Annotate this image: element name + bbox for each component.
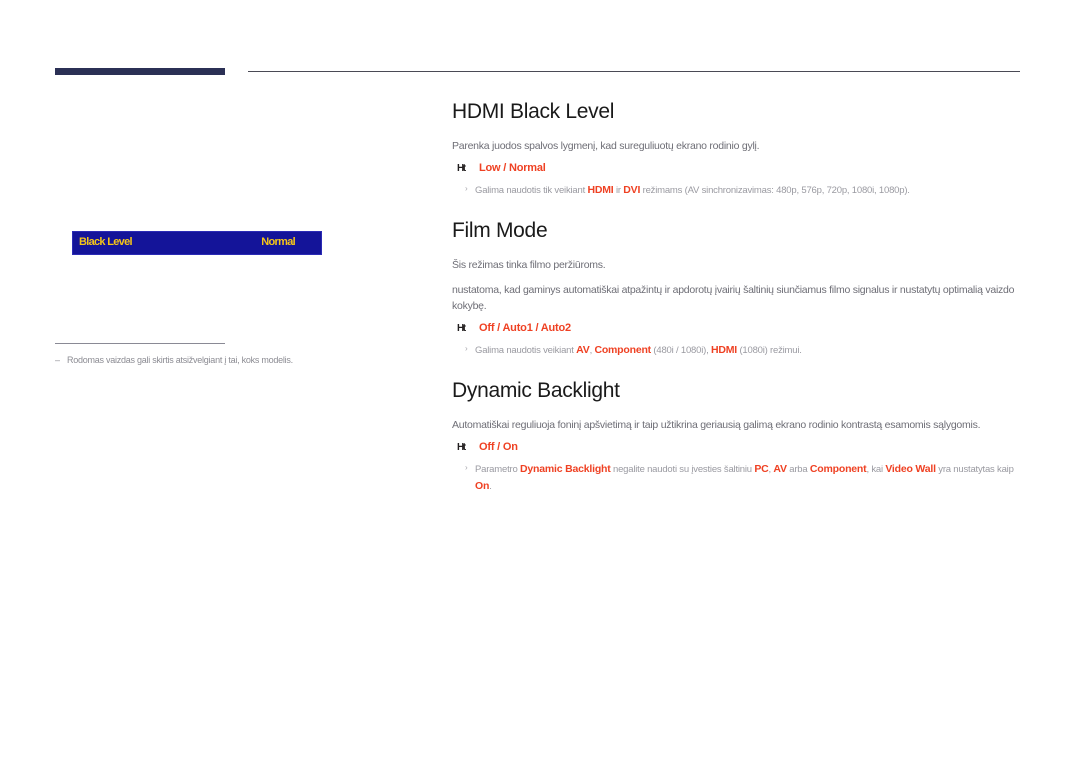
note-part-highlight: AV bbox=[576, 343, 590, 356]
section-title-film-mode: Film Mode bbox=[452, 219, 548, 243]
section-film-mode: Film Mode Šis režimas tinka filmo peržiū… bbox=[452, 219, 1024, 358]
note-text-hdmi: Galima naudotis tik veikiant HDMI ir DVI… bbox=[475, 182, 910, 199]
section-hdmi-black-level: HDMI Black Level Parenka juodos spalvos … bbox=[452, 90, 1024, 199]
note-part: režimams (AV sinchronizavimas: 480p, 576… bbox=[640, 185, 910, 197]
option-row-dynamic-backlight[interactable]: Ht Off / On bbox=[452, 441, 1024, 453]
note-part-highlight: On bbox=[475, 479, 490, 492]
osd-menu-value: Normal bbox=[261, 236, 295, 248]
note-part-highlight: Dynamic Backlight bbox=[520, 462, 611, 475]
header-divider-line bbox=[248, 71, 1020, 72]
section-title-dynamic-backlight: Dynamic Backlight bbox=[452, 378, 620, 402]
note-part: Galima naudotis veikiant bbox=[475, 344, 577, 356]
osd-menu-label: Black Level bbox=[79, 236, 133, 248]
footnote-text: Rodomas vaizdas gali skirtis atsižvelgia… bbox=[67, 355, 293, 365]
note-row-dynamic-backlight: › Parametro Dynamic Backlight negalite n… bbox=[452, 461, 1024, 494]
footnote-divider bbox=[55, 343, 225, 344]
note-part-highlight: AV bbox=[773, 462, 787, 475]
option-values-dynamic-backlight: Off / On bbox=[479, 440, 518, 453]
note-row-film-mode: › Galima naudotis veikiant AV, Component… bbox=[452, 342, 1024, 359]
footnote: – Rodomas vaizdas gali skirtis atsižvelgi… bbox=[55, 355, 415, 365]
option-marker-icon: Ht bbox=[457, 441, 466, 453]
option-row-hdmi-black-level[interactable]: Ht Low / Normal bbox=[452, 162, 1024, 174]
note-part-highlight: Component bbox=[809, 462, 867, 475]
note-part: Galima naudotis tik veikiant bbox=[475, 185, 588, 197]
note-row-hdmi: › Galima naudotis tik veikiant HDMI ir D… bbox=[452, 182, 1024, 199]
page-header bbox=[0, 0, 1080, 80]
left-illustration-column: Black Level Normal – Rodomas vaizdas gali… bbox=[0, 90, 430, 390]
note-part: negalite naudoti su įvesties šaltiniu bbox=[610, 463, 755, 475]
note-part: yra nustatytas kaip bbox=[935, 463, 1014, 475]
note-part-highlight: PC bbox=[754, 462, 769, 475]
bullet-icon: › bbox=[465, 184, 468, 194]
note-part-highlight: HDMI bbox=[587, 184, 614, 197]
note-text-dynamic-backlight: Parametro Dynamic Backlight negalite nau… bbox=[475, 461, 1024, 494]
osd-menu-row[interactable]: Black Level Normal bbox=[72, 231, 322, 255]
note-part: . bbox=[489, 480, 492, 492]
note-text-film-mode: Galima naudotis veikiant AV, Component (… bbox=[475, 342, 802, 359]
note-part-highlight: HDMI bbox=[710, 343, 737, 356]
note-part-highlight: DVI bbox=[623, 184, 641, 197]
manual-content: HDMI Black Level Parenka juodos spalvos … bbox=[452, 90, 1024, 494]
option-values-hdmi-black-level: Low / Normal bbox=[479, 162, 546, 175]
option-row-film-mode[interactable]: Ht Off / Auto1 / Auto2 bbox=[452, 322, 1024, 334]
note-part: , kai bbox=[866, 463, 886, 475]
bullet-icon: › bbox=[465, 343, 468, 353]
section-description-hdmi-black-level: Parenka juodos spalvos lygmenį, kad sure… bbox=[452, 140, 760, 153]
note-part-highlight: Video Wall bbox=[885, 462, 936, 475]
note-part: (480i / 1080i), bbox=[650, 344, 711, 356]
section-description2-film-mode: nustatoma, kad gaminys automatiškai atpa… bbox=[452, 284, 1015, 312]
note-part: ir bbox=[613, 185, 624, 197]
section-description-film-mode: Šis režimas tinka filmo peržiūroms. bbox=[452, 259, 606, 272]
note-part-highlight: Component bbox=[594, 343, 651, 356]
section-dynamic-backlight: Dynamic Backlight Automatiškai reguliuoj… bbox=[452, 379, 1024, 495]
section-description-dynamic-backlight: Automatiškai reguliuoja foninį apšvietim… bbox=[452, 418, 981, 431]
note-part: Parametro bbox=[475, 463, 520, 475]
option-marker-icon: Ht bbox=[457, 163, 466, 175]
header-chapter-tab bbox=[55, 68, 225, 75]
option-marker-icon: Ht bbox=[457, 322, 466, 334]
footnote-dash: – bbox=[55, 355, 60, 365]
section-title-hdmi-black-level: HDMI Black Level bbox=[452, 100, 615, 123]
note-part: arba bbox=[786, 463, 810, 475]
bullet-icon: › bbox=[465, 462, 468, 472]
option-values-film-mode: Off / Auto1 / Auto2 bbox=[479, 321, 571, 334]
note-part: (1080i) režimui. bbox=[737, 344, 802, 356]
